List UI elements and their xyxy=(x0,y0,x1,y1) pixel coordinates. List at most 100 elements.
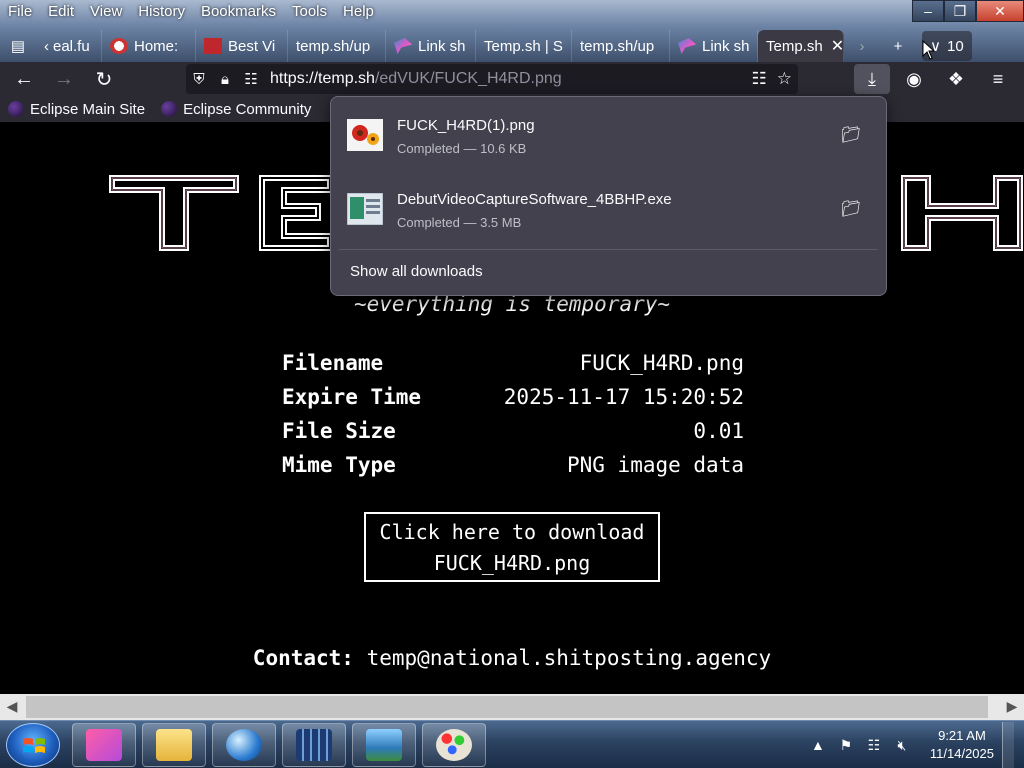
tab-label: Home: xyxy=(134,37,179,55)
puzzle-icon: ❖ xyxy=(947,68,965,89)
menu-edit[interactable]: Edit xyxy=(40,0,82,24)
start-button[interactable] xyxy=(6,723,60,767)
taskbar-browser[interactable] xyxy=(212,723,276,767)
download-item[interactable]: FUCK_H4RD(1).png Completed — 10.6 KB 📁︎ xyxy=(339,105,878,169)
tab-2[interactable]: Best Vi xyxy=(196,30,288,62)
firefox-icon xyxy=(86,729,122,761)
tab-5[interactable]: Temp.sh | S xyxy=(476,30,572,62)
tab-0[interactable]: ‹ eal.fu xyxy=(36,30,102,62)
bookmark-label: Eclipse Community xyxy=(183,100,312,118)
paint-icon xyxy=(436,729,472,761)
scroll-left-arrow-icon[interactable]: ◀ xyxy=(4,698,20,716)
maximize-button[interactable]: ❐ xyxy=(944,0,976,22)
folder-icon[interactable]: 📁︎ xyxy=(840,199,862,221)
menu-help[interactable]: Help xyxy=(335,0,382,24)
info-key: Filename xyxy=(282,351,384,375)
info-value: FUCK_H4RD.png xyxy=(579,351,744,375)
scroll-right-arrow-icon[interactable]: ▶ xyxy=(1004,698,1020,716)
app-menu-button[interactable]: ≡ xyxy=(980,64,1016,94)
tab-4[interactable]: Link sh xyxy=(386,30,476,62)
tab-label: eal.fu xyxy=(53,37,90,55)
taskbar-video[interactable] xyxy=(282,723,346,767)
taskbar-paint[interactable] xyxy=(422,723,486,767)
bird-icon xyxy=(678,38,696,54)
new-tab-button[interactable]: + xyxy=(880,30,916,62)
clock-time: 9:21 AM xyxy=(938,728,986,743)
url-bar[interactable]: ⛨ 🔒︎ ☷ https://temp.sh/edVUK/FUCK_H4RD.p… xyxy=(186,64,798,94)
screen: File Edit View History Bookmarks Tools H… xyxy=(0,0,1024,768)
menu-history[interactable]: History xyxy=(130,0,193,24)
network-icon[interactable]: ☷ xyxy=(864,735,884,755)
mouse-cursor-icon xyxy=(922,40,936,60)
photo-viewer-icon xyxy=(366,729,402,761)
url-text[interactable]: https://temp.sh/edVUK/FUCK_H4RD.png xyxy=(270,70,562,88)
tab-8-active[interactable]: Temp.sh ✕ xyxy=(758,30,844,62)
taskbar-firefox[interactable] xyxy=(72,723,136,767)
reader-view-icon[interactable]: ☷ xyxy=(752,69,767,89)
exe-file-icon xyxy=(347,193,383,225)
download-status: Completed — 10.6 KB xyxy=(397,141,527,156)
menu-tools[interactable]: Tools xyxy=(284,0,335,24)
menu-bar: File Edit View History Bookmarks Tools H… xyxy=(0,0,382,24)
scroll-tabs-right-button[interactable]: › xyxy=(844,30,880,62)
firefox-view-button[interactable]: ▤ xyxy=(0,30,36,62)
taskbar-photo-viewer[interactable] xyxy=(352,723,416,767)
scrollbar-thumb[interactable] xyxy=(26,696,988,718)
bookmark-eclipse-community[interactable]: Eclipse Community xyxy=(153,101,319,118)
contact-label: Contact: xyxy=(252,646,354,670)
menu-bookmarks[interactable]: Bookmarks xyxy=(193,0,284,24)
info-value: PNG image data xyxy=(566,453,744,477)
reload-button[interactable]: ↻ xyxy=(88,64,120,94)
horizontal-scrollbar[interactable]: ◀ ▶ xyxy=(0,694,1024,720)
file-info-table: Filename FUCK_H4RD.png Expire Time 2025-… xyxy=(282,346,744,482)
close-tab-icon[interactable]: ✕ xyxy=(831,36,843,56)
bird-icon xyxy=(394,38,412,54)
plus-icon: + xyxy=(893,37,903,55)
forward-button[interactable]: → xyxy=(48,64,80,94)
download-filename: FUCK_H4RD(1).png xyxy=(397,117,535,134)
bookmark-eclipse-main-site[interactable]: Eclipse Main Site xyxy=(0,101,153,118)
show-desktop-button[interactable] xyxy=(1002,722,1014,768)
tab-label: Link sh xyxy=(702,37,750,55)
lock-icon[interactable]: 🔒︎ xyxy=(212,71,238,88)
volume-muted-icon[interactable]: 🔇︎ xyxy=(892,735,912,755)
tab-strip: ▤ ‹ eal.fu Home: Best Vi temp.sh/up Link… xyxy=(0,28,1024,64)
close-window-button[interactable]: ✕ xyxy=(976,0,1024,22)
eclipse-icon xyxy=(8,101,24,117)
account-icon: ◉ xyxy=(906,68,922,89)
show-all-downloads-button[interactable]: Show all downloads xyxy=(339,257,878,287)
windows-logo-icon xyxy=(23,738,45,753)
menu-view[interactable]: View xyxy=(82,0,130,24)
image-file-icon xyxy=(347,119,383,151)
reload-icon: ↻ xyxy=(95,68,113,91)
extensions-button[interactable]: ❖ xyxy=(938,64,974,94)
bookmark-star-icon[interactable]: ☆ xyxy=(777,69,792,89)
back-button[interactable]: ← xyxy=(8,64,40,94)
download-item[interactable]: DebutVideoCaptureSoftware_4BBHP.exe Comp… xyxy=(339,179,878,243)
tab-1[interactable]: Home: xyxy=(102,30,196,62)
menu-file[interactable]: File xyxy=(0,0,40,24)
info-row-file-size: File Size 0.01 xyxy=(282,414,744,448)
account-button[interactable]: ◉ xyxy=(896,64,932,94)
tab-3[interactable]: temp.sh/up xyxy=(288,30,386,62)
tab-label: Temp.sh | S xyxy=(484,37,563,55)
contact-email-link[interactable]: temp@national.shitposting.agency xyxy=(367,646,772,670)
info-row-expire-time: Expire Time 2025-11-17 15:20:52 xyxy=(282,380,744,414)
taskbar-file-explorer[interactable] xyxy=(142,723,206,767)
tab-6[interactable]: temp.sh/up xyxy=(572,30,670,62)
minimize-button[interactable]: – xyxy=(912,0,944,22)
permissions-icon[interactable]: ☷ xyxy=(238,70,264,88)
system-tray: ▲ ⚑ ☷ 🔇︎ 9:21 AM 11/14/2025 xyxy=(808,721,1024,768)
url-path: /edVUK/FUCK_H4RD.png xyxy=(374,70,562,87)
download-file-button[interactable]: Click here to download FUCK_H4RD.png xyxy=(364,512,660,582)
clock-date: 11/14/2025 xyxy=(929,746,994,761)
action-center-flag-icon[interactable]: ⚑ xyxy=(836,735,856,755)
tab-7[interactable]: Link sh xyxy=(670,30,758,62)
downloads-button[interactable]: ⤓ xyxy=(854,64,890,94)
back-arrow-icon: ← xyxy=(14,67,34,90)
info-key: Expire Time xyxy=(282,385,422,409)
clock[interactable]: 9:21 AM 11/14/2025 xyxy=(930,727,994,763)
folder-icon[interactable]: 📁︎ xyxy=(840,125,862,147)
shield-icon[interactable]: ⛨ xyxy=(186,71,212,88)
show-hidden-icons-icon[interactable]: ▲ xyxy=(808,735,828,755)
